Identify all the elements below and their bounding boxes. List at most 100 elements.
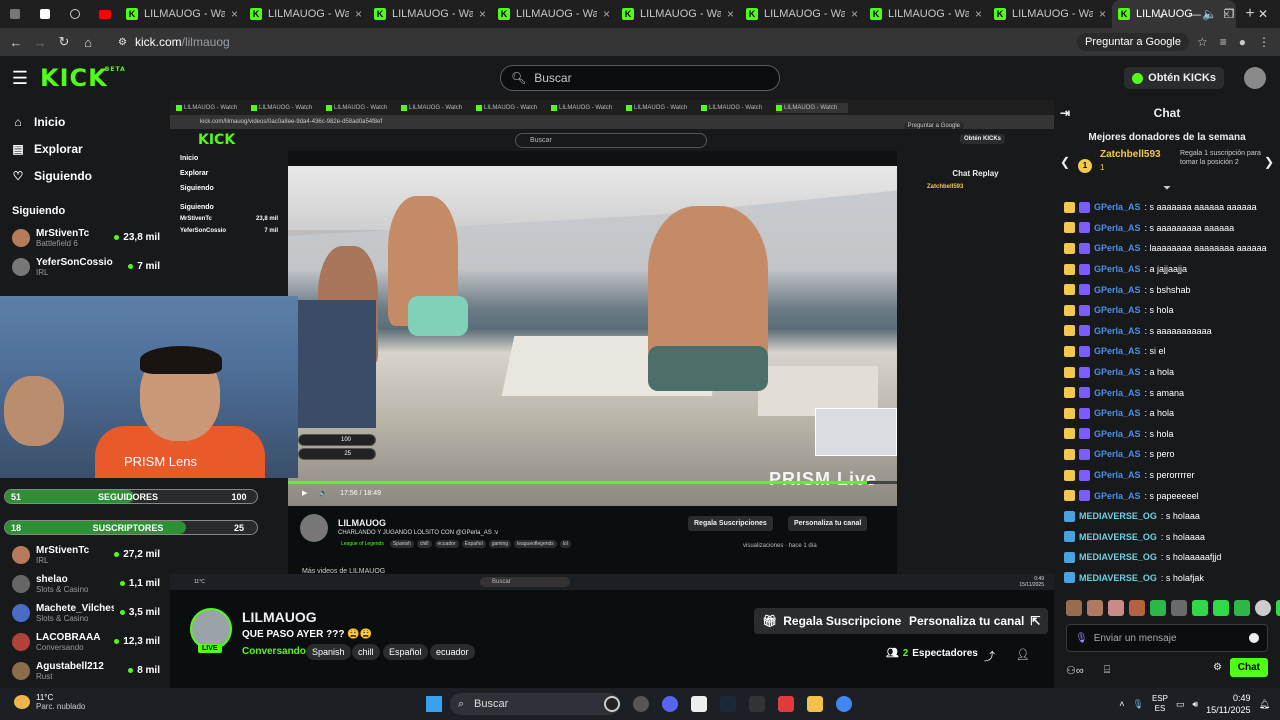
chrome-icon[interactable] [836,696,852,712]
close-tab-icon[interactable]: × [355,7,362,21]
gift-subs-button[interactable]: 🎁︎ Regala Suscripciones [754,608,916,634]
discord-icon[interactable] [662,696,678,712]
chat-username[interactable]: MEDIAVERSE_OG [1079,532,1157,542]
taskbar-search[interactable]: ⌕ Buscar [450,693,620,715]
followed-channel[interactable]: Machete_Vilches Slots & Casino 3,5 mil [0,598,170,627]
browser-tab[interactable]: KLILMAUOG - Watch LI× [244,0,368,28]
network-icon[interactable]: ▭ [1176,699,1185,710]
stream-tag[interactable]: chill [352,644,380,660]
close-tab-icon[interactable]: × [603,7,610,21]
browser-tab[interactable]: KLILMAUOG - Watch LI× [120,0,244,28]
close-tab-icon[interactable]: × [727,7,734,21]
get-kicks-button[interactable]: Obtén KICKs [1124,67,1224,89]
browser-tab[interactable]: KLILMAUOG - Watch LI× [988,0,1112,28]
chat-username[interactable]: GPerla_AS [1094,285,1141,295]
emote-icon[interactable] [1129,600,1145,616]
chat-username[interactable]: GPerla_AS [1094,491,1141,501]
customize-channel-button[interactable]: Personaliza tu canal ⇱ [901,608,1049,634]
chat-username[interactable]: GPerla_AS [1094,449,1141,459]
emote-icon[interactable] [1150,600,1166,616]
user-avatar[interactable] [1244,67,1266,89]
emote-icon[interactable] [1087,600,1103,616]
chevron-up-icon[interactable]: ˄ [1119,699,1124,709]
stream-tag[interactable]: Español [383,644,428,660]
ask-google-button[interactable]: Preguntar a Google [1076,33,1189,51]
chat-username[interactable]: MEDIAVERSE_OG [1079,573,1157,583]
emote-icon[interactable] [1108,600,1124,616]
capcut-icon[interactable] [691,696,707,712]
microphone-icon[interactable]: 🎙︎ [1133,699,1144,710]
followed-channel[interactable]: LACOBRAAA Conversando 12,3 mil [0,627,170,656]
stream-category[interactable]: Conversando [242,646,306,657]
stream-tag[interactable]: ecuador [430,644,475,660]
chat-username[interactable]: GPerla_AS [1094,388,1141,398]
followed-channel[interactable]: MrStivenTc Battlefield 6 23,8 mil [0,223,170,252]
close-tab-icon[interactable]: × [851,7,858,21]
kicks-icon[interactable]: ⚇∞ [1066,664,1084,677]
tab-pinned-youtube[interactable] [90,0,120,28]
close-tab-icon[interactable]: × [479,7,486,21]
microphone-icon[interactable]: 🎙︎ [1075,633,1088,644]
close-tab-icon[interactable]: × [1099,7,1106,21]
windows-start-icon[interactable] [426,696,442,712]
tab-search-icon[interactable]: ⌄ [1144,0,1178,28]
emote-icon[interactable] [1234,600,1250,616]
chat-settings-icon[interactable]: ⚙ [1213,662,1222,673]
app-icon[interactable] [633,696,649,712]
followed-channel[interactable]: MrStivenTc IRL 27,2 mil [0,540,170,569]
clock[interactable]: 0:49 15/11/2025 [1206,692,1250,716]
chat-username[interactable]: GPerla_AS [1094,470,1141,480]
stream-tag[interactable]: Spanish [306,644,351,660]
epic-games-icon[interactable] [749,696,765,712]
tab-pinned-2[interactable] [30,0,60,28]
emote-icon[interactable] [1255,600,1271,616]
steam-icon[interactable] [720,696,736,712]
maximize-icon[interactable]: ❐ [1212,0,1246,28]
chat-username[interactable]: GPerla_AS [1094,367,1141,377]
reload-icon[interactable]: ↻ [52,34,76,50]
followed-channel[interactable]: YeferSonCossio IRL 7 mil [0,252,170,281]
followed-channel[interactable]: Agustabell212 Rust 8 mil [0,656,170,685]
emote-icon[interactable] [1192,600,1208,616]
sidebar-item-explore[interactable]: ▤ Explorar [0,135,170,162]
browser-tab[interactable]: KLILMAUOG - Watch LI× [492,0,616,28]
chat-username[interactable]: GPerla_AS [1094,326,1141,336]
hamburger-menu-icon[interactable]: ☰ [0,68,40,89]
followed-channel[interactable]: shelao Slots & Casino 1,1 mil [0,569,170,598]
obs-icon[interactable] [604,696,620,712]
tab-pinned-1[interactable] [0,0,30,28]
chevron-left-icon[interactable]: ❮ [1060,155,1070,169]
weather-widget[interactable]: 11°C Parc. nublado [14,693,85,711]
emote-icon[interactable] [1276,600,1280,616]
bookmark-star-icon[interactable]: ☆ [1197,35,1208,49]
share-icon[interactable]: ⤴ [984,648,995,664]
chat-username[interactable]: MEDIAVERSE_OG [1079,511,1157,521]
pinned-toggle-icon[interactable]: ⏷ [1054,183,1280,197]
channel-name[interactable]: LILMAUOG [242,609,317,625]
tab-pinned-3[interactable] [60,0,90,28]
sidebar-item-home[interactable]: ⌂ Inicio [0,108,170,135]
home-icon[interactable]: ⌂ [76,35,100,50]
send-chat-button[interactable]: Chat [1229,658,1268,677]
kick-logo[interactable]: KICK BETA [40,64,125,92]
minimize-icon[interactable]: — [1178,0,1212,28]
chat-username[interactable]: GPerla_AS [1094,202,1141,212]
site-info-icon[interactable]: ⚙ [118,37,127,48]
menu-dots-icon[interactable]: ⋮ [1258,35,1270,49]
app-icon[interactable] [778,696,794,712]
media-control-icon[interactable]: ≡ [1220,35,1227,49]
emote-icon[interactable] [1066,600,1082,616]
url-field[interactable]: ⚙ kick.com/lilmauog [110,31,1077,53]
emote-icon[interactable] [1213,600,1229,616]
chat-username[interactable]: GPerla_AS [1094,305,1141,315]
browser-tab[interactable]: KLILMAUOG - Watch LI× [864,0,988,28]
back-icon[interactable]: ← [4,35,28,50]
emoji-picker-icon[interactable] [1249,633,1259,643]
follow-user-icon[interactable]: 👤︎ [1016,648,1030,661]
browser-tab[interactable]: KLILMAUOG - Watch LI× [616,0,740,28]
close-window-icon[interactable]: ✕ [1246,0,1280,28]
donor-name[interactable]: Zatchbell593 [1100,149,1161,160]
close-tab-icon[interactable]: × [975,7,982,21]
forward-icon[interactable]: → [28,35,52,50]
close-tab-icon[interactable]: × [231,7,238,21]
